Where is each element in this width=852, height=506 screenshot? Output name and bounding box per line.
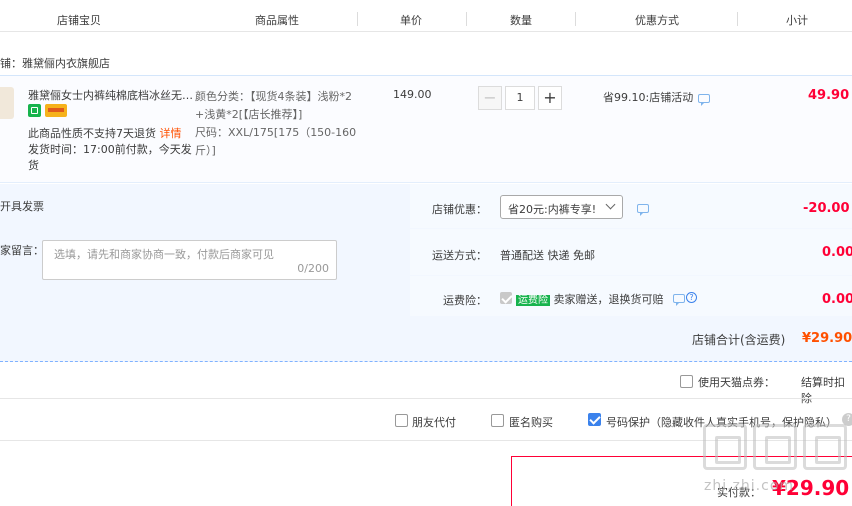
- item-subtotal: 49.90: [808, 88, 850, 103]
- insurance-amount: 0.00: [822, 292, 852, 307]
- col-subtotal: 小计: [786, 14, 808, 27]
- header-divider: [737, 12, 738, 26]
- insurance-info: 运费险 卖家赠送，退换货可赔: [516, 291, 664, 307]
- comment-icon[interactable]: [698, 94, 710, 106]
- friend-pay-checkbox[interactable]: [395, 414, 408, 427]
- comment-icon[interactable]: [637, 204, 649, 216]
- comment-icon[interactable]: [673, 294, 685, 306]
- unit-price: 149.00: [393, 88, 432, 101]
- number-protect-checkbox[interactable]: [588, 413, 601, 426]
- product-thumbnail[interactable]: [0, 87, 14, 119]
- col-attributes: 商品属性: [255, 14, 299, 27]
- message-label: 家留言：: [0, 244, 44, 257]
- chevron-down-icon: [605, 199, 616, 210]
- return-notice: 此商品性质不支持7天退货 详情: [28, 127, 182, 140]
- shop-discount-value: 省20元:内裤专享!: [508, 203, 597, 216]
- attr-color-cont: +浅黄*2[【店长推荐】]: [195, 108, 303, 121]
- guarantee-icon: [28, 104, 41, 117]
- insurance-badge: 运费险: [516, 295, 550, 306]
- attr-size-cont: 斤）]: [195, 144, 216, 157]
- header-divider: [466, 12, 467, 26]
- shipping-amount: 0.00: [822, 245, 852, 260]
- insurance-label: 运费险：: [443, 294, 487, 307]
- ship-time: 发货时间：17:00前付款，今天发货: [28, 143, 192, 172]
- anonymous-checkbox[interactable]: [491, 414, 504, 427]
- settle-note: 结算时扣除: [801, 376, 845, 405]
- shop-discount-amount: -20.00: [803, 201, 850, 216]
- watermark-logo: [703, 424, 849, 474]
- tmall-points-checkbox[interactable]: [680, 375, 693, 388]
- anonymous-label: 匿名购买: [509, 416, 553, 429]
- shop-total-label: 店铺合计(含运费): [692, 333, 786, 347]
- col-discount: 优惠方式: [635, 14, 679, 27]
- insurance-text: 卖家赠送，退换货可赔: [553, 293, 664, 306]
- insurance-checkbox: [500, 292, 512, 304]
- table-header: 店铺宝贝 商品属性 单价 数量 优惠方式 小计: [0, 0, 852, 32]
- message-placeholder: 选填，请先和商家协商一致，付款后商家可见: [54, 248, 274, 261]
- tmall-points-label: 使用天猫点券：: [698, 376, 775, 389]
- shop-total-amount: ¥29.90: [802, 331, 852, 346]
- col-price: 单价: [400, 14, 422, 27]
- attr-size: 尺码：XXL/175[175（150-160: [195, 126, 357, 139]
- message-textarea[interactable]: 选填，请先和商家协商一致，付款后商家可见 0/200: [42, 240, 337, 280]
- invoice-label[interactable]: 开具发票: [0, 198, 44, 214]
- shop-discount-label: 店铺优惠：: [432, 203, 487, 216]
- qty-input[interactable]: 1: [505, 86, 535, 110]
- return-detail-link[interactable]: 详情: [160, 127, 182, 140]
- card-pay-icon: [45, 104, 67, 117]
- qty-minus-button[interactable]: −: [478, 86, 502, 110]
- message-counter: 0/200: [297, 262, 329, 275]
- friend-pay-label: 朋友代付: [412, 416, 456, 429]
- shop-name[interactable]: 铺：雅黛俪内衣旗舰店: [0, 55, 110, 71]
- header-divider: [575, 12, 576, 26]
- header-divider: [357, 12, 358, 26]
- shipping-label: 运送方式：: [432, 249, 487, 262]
- shop-discount-select[interactable]: 省20元:内裤专享!: [500, 195, 623, 219]
- col-qty: 数量: [510, 14, 532, 27]
- product-attributes[interactable]: 颜色分类：【现货4条装】浅粉*2 +浅黄*2[【店长推荐】] 尺码：XXL/17…: [195, 88, 356, 160]
- item-discount: 省99.10:店铺活动: [603, 91, 694, 104]
- watermark-text: zhi.zhi.com: [704, 478, 795, 494]
- attr-color: 颜色分类：【现货4条装】浅粉*2: [195, 90, 352, 103]
- shipping-method: 普通配送 快递 免邮: [500, 249, 595, 262]
- product-title[interactable]: 雅黛俪女士内裤纯棉底档冰丝无…: [28, 87, 193, 103]
- col-shop-item: 店铺宝贝: [57, 14, 101, 27]
- help-icon[interactable]: ?: [686, 292, 697, 303]
- divider: [0, 398, 852, 399]
- qty-plus-button[interactable]: +: [538, 86, 562, 110]
